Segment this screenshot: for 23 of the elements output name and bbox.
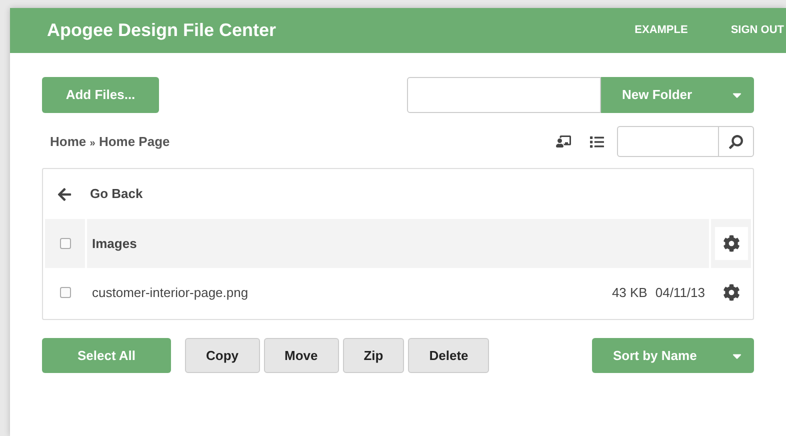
presentation-view-icon[interactable] bbox=[556, 134, 571, 149]
breadcrumb: Home » Home Page bbox=[50, 132, 171, 151]
action-button[interactable]: Move bbox=[264, 338, 339, 373]
app-title: Apogee Design File Center bbox=[47, 19, 278, 42]
row-checkbox[interactable] bbox=[60, 238, 70, 249]
folder-row[interactable]: Images bbox=[45, 219, 751, 268]
file-name: customer-interior-page.png bbox=[92, 284, 250, 302]
file-date: 04/11/13 bbox=[655, 284, 705, 302]
row-checkbox[interactable] bbox=[60, 287, 70, 298]
file-row[interactable]: customer-interior-page.png 43 KB 04/11/13 bbox=[45, 268, 751, 317]
search-field[interactable] bbox=[617, 126, 754, 157]
action-button[interactable]: Zip bbox=[342, 338, 404, 373]
settings-icon[interactable] bbox=[722, 235, 740, 252]
settings-icon[interactable] bbox=[722, 284, 740, 301]
search-icon bbox=[729, 134, 743, 148]
folder-name-field[interactable] bbox=[407, 77, 601, 113]
list-view-icon[interactable] bbox=[590, 134, 604, 148]
file-size: 43 KB bbox=[612, 284, 648, 302]
back-arrow-icon[interactable] bbox=[57, 186, 72, 202]
folder-name: Images bbox=[92, 234, 138, 253]
go-back-link[interactable]: Go Back bbox=[90, 184, 143, 204]
action-button[interactable]: Delete bbox=[408, 338, 490, 373]
action-button[interactable]: Copy bbox=[185, 338, 260, 373]
